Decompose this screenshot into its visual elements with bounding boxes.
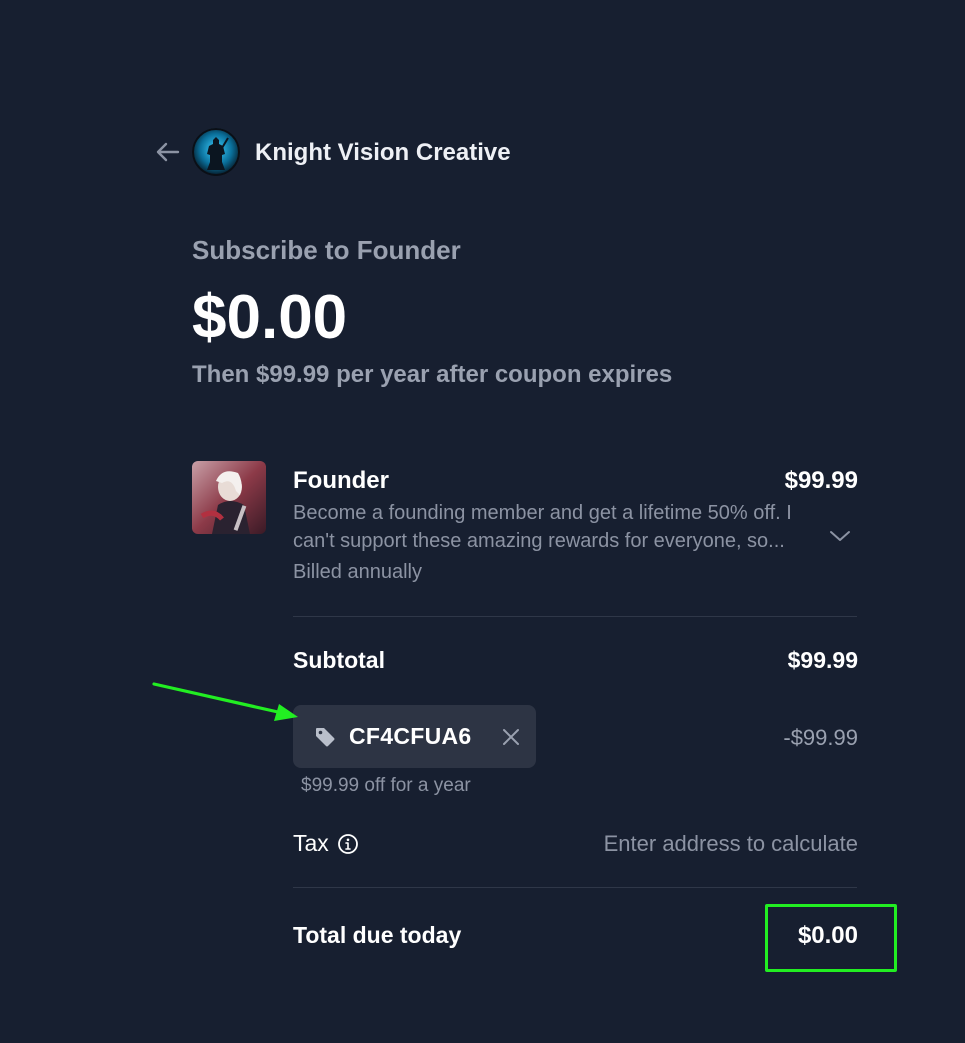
billing-frequency: Billed annually	[293, 561, 422, 583]
coupon-code: CF4CFUA6	[349, 723, 472, 749]
total-highlight-box	[765, 904, 897, 972]
product-price: $99.99	[784, 467, 858, 494]
product-description: Become a founding member and get a lifet…	[293, 502, 792, 552]
annotation-arrow-icon	[152, 682, 298, 721]
tag-icon	[316, 727, 335, 746]
merchant-name: Knight Vision Creative	[255, 139, 511, 166]
applied-coupon-chip: CF4CFUA6	[293, 705, 536, 768]
chevron-down-icon	[830, 531, 850, 541]
tax-value: Enter address to calculate	[603, 831, 858, 856]
merchant-avatar	[192, 128, 240, 176]
total-label: Total due today	[293, 922, 462, 948]
divider	[293, 887, 857, 888]
due-price: $0.00	[192, 283, 348, 352]
subscription-title: Subscribe to Founder	[192, 235, 461, 265]
product-name: Founder	[293, 467, 389, 494]
tax-label-row: Tax	[293, 830, 359, 857]
tax-label: Tax	[293, 830, 329, 856]
arrow-left-icon	[156, 142, 180, 162]
close-icon[interactable]	[500, 726, 522, 748]
coupon-description: $99.99 off for a year	[301, 775, 471, 796]
discount-amount: -$99.99	[783, 725, 858, 750]
subtotal-label: Subtotal	[293, 647, 385, 673]
info-icon[interactable]	[337, 833, 359, 855]
knight-silhouette-avatar	[192, 128, 240, 176]
renewal-text: Then $99.99 per year after coupon expire…	[192, 361, 673, 388]
divider	[293, 616, 857, 617]
product-thumbnail	[192, 461, 266, 534]
expand-description-button[interactable]	[826, 524, 854, 548]
back-button[interactable]	[152, 138, 182, 166]
subtotal-value: $99.99	[787, 647, 858, 673]
